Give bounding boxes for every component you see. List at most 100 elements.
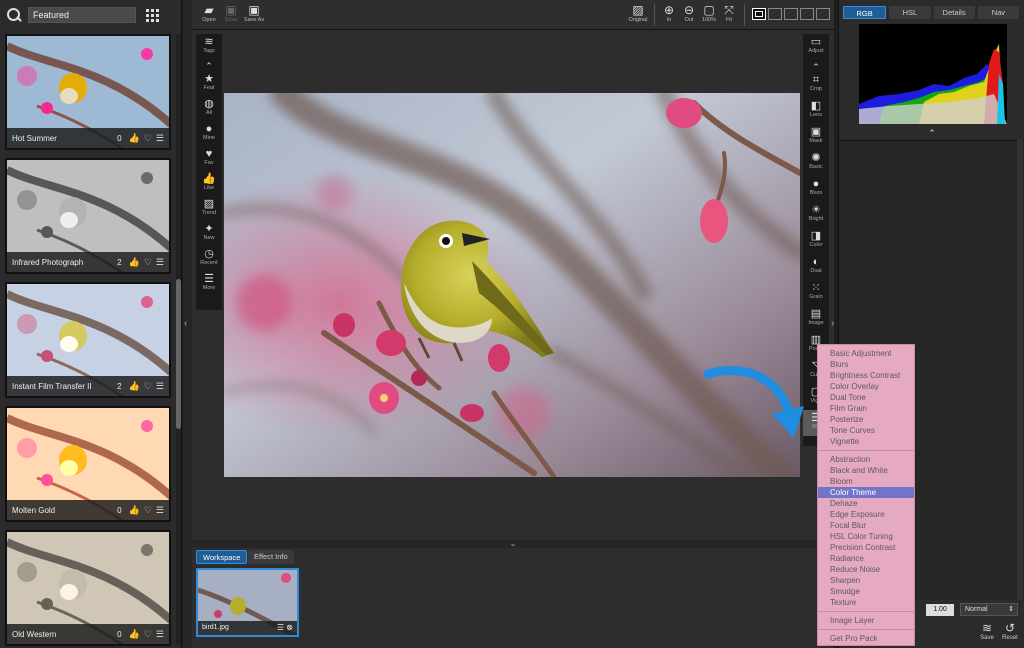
open-button[interactable]: ▰ Open — [198, 3, 220, 23]
blend-mode-select[interactable]: Normal ⇕ — [960, 603, 1018, 616]
thumbs-up-icon[interactable]: 👍 — [129, 629, 140, 640]
opacity-input[interactable]: 1.00 — [926, 604, 954, 616]
tab-nav[interactable]: Nav — [977, 6, 1019, 19]
preset-thumbnail[interactable]: Hot Summer 0 👍 ♡ ☰ — [5, 34, 171, 150]
category-fav-button[interactable]: ♥ Fav — [196, 146, 222, 171]
thumbs-up-icon[interactable]: 👍 — [129, 257, 140, 268]
category-feat-button[interactable]: ★ Feat — [196, 71, 222, 96]
tab-hsl[interactable]: HSL — [889, 6, 931, 19]
collapse-left-handle[interactable]: ‹ — [183, 0, 192, 648]
menu-item[interactable]: Dehaze — [818, 498, 914, 509]
menu-item[interactable]: Brightness Contrast — [818, 370, 914, 381]
menu-item[interactable]: Get Pro Pack — [818, 633, 914, 644]
zoom-100-button[interactable]: ▢ 100% — [698, 3, 720, 23]
tool-lens-button[interactable]: ◧ Lens — [803, 98, 829, 124]
preset-thumbnail[interactable]: Instant Film Transfer II 2 👍 ♡ ☰ — [5, 282, 171, 398]
category-new-button[interactable]: ✦ New — [196, 221, 222, 246]
tool-crop-button[interactable]: ⌗ Crop — [803, 72, 829, 98]
menu-item[interactable]: Abstraction — [818, 454, 914, 465]
category-like-button[interactable]: 👍 Like — [196, 171, 222, 196]
menu-icon[interactable]: ☰ — [156, 381, 164, 392]
scrollbar-thumb[interactable] — [176, 279, 181, 429]
category-recent-button[interactable]: ◷ Recent — [196, 246, 222, 271]
menu-item[interactable]: Bloom — [818, 476, 914, 487]
tool-image-button[interactable]: ▤ Image — [803, 306, 829, 332]
preset-thumbnail[interactable]: Old Western 0 👍 ♡ ☰ — [5, 530, 171, 646]
grid-view-icon[interactable] — [146, 8, 159, 22]
preset-thumbnail[interactable]: Molten Gold 0 👍 ♡ ☰ — [5, 406, 171, 522]
tab-rgb[interactable]: RGB — [843, 6, 887, 19]
tool-basic-button[interactable]: ✺ Basic — [803, 150, 829, 176]
adjust-panel-scrollbar[interactable] — [1017, 140, 1023, 600]
histogram-collapse-caret[interactable]: ⌃ — [839, 128, 1024, 138]
menu-item[interactable]: Precision Contrast — [818, 542, 914, 553]
tab-effect-info[interactable]: Effect Info — [248, 550, 294, 564]
menu-item[interactable]: Posterize — [818, 414, 914, 425]
heart-icon[interactable]: ♡ — [144, 257, 152, 268]
menu-item[interactable]: Image Layer — [818, 615, 914, 626]
zoom-out-button[interactable]: ⊖ Out — [678, 3, 700, 23]
preset-scrollbar[interactable] — [176, 34, 181, 644]
category-trend-button[interactable]: ▨ Trend — [196, 196, 222, 221]
heart-icon[interactable]: ♡ — [144, 629, 152, 640]
workspace-image-thumb[interactable]: bird1.jpg ☰ ⊗ — [196, 568, 299, 637]
menu-item[interactable]: Smudge — [818, 586, 914, 597]
menu-icon[interactable]: ☰ — [156, 133, 164, 144]
menu-item[interactable]: Vignette — [818, 436, 914, 447]
category-all-button[interactable]: ◍ All — [196, 96, 222, 121]
menu-item[interactable]: Film Grain — [818, 403, 914, 414]
tool-grain-button[interactable]: ⁙ Grain — [803, 280, 829, 306]
zoom-in-button[interactable]: ⊕ In — [658, 3, 680, 23]
menu-item[interactable]: Tone Curves — [818, 425, 914, 436]
layout-single-icon[interactable] — [752, 8, 766, 20]
layout-grid-icon[interactable] — [816, 8, 830, 20]
reset-button[interactable]: ↺ Reset — [1000, 621, 1020, 641]
tool-adjust-button[interactable]: ▭ Adjust — [803, 34, 829, 60]
menu-item[interactable]: Dual Tone — [818, 392, 914, 403]
menu-icon[interactable]: ☰ — [156, 257, 164, 268]
collapse-up-icon[interactable]: ⌃ — [196, 59, 222, 71]
menu-item[interactable]: Radiance — [818, 553, 914, 564]
heart-icon[interactable]: ♡ — [144, 133, 152, 144]
tool-bright-button[interactable]: ☀ Bright — [803, 202, 829, 228]
save-button[interactable]: ▣ Save — [220, 3, 242, 23]
heart-icon[interactable]: ♡ — [144, 505, 152, 516]
menu-item[interactable]: Focal Blur — [818, 520, 914, 531]
layout-compare-icon[interactable] — [800, 8, 814, 20]
menu-item[interactable]: Texture — [818, 597, 914, 608]
tool-mask-button[interactable]: ▣ Mask — [803, 124, 829, 150]
menu-item[interactable]: Blurs — [818, 359, 914, 370]
category-mine-button[interactable]: ● Mine — [196, 121, 222, 146]
menu-item[interactable]: Basic Adjustment — [818, 348, 914, 359]
thumbs-up-icon[interactable]: 👍 — [129, 133, 140, 144]
menu-icon[interactable]: ☰ — [156, 505, 164, 516]
original-button[interactable]: ▨ Original — [626, 3, 650, 23]
menu-item[interactable]: Sharpen — [818, 575, 914, 586]
menu-item[interactable]: Edge Exposure — [818, 509, 914, 520]
layout-split-icon[interactable] — [768, 8, 782, 20]
thumb-menu-icon[interactable]: ☰ ⊗ — [277, 621, 293, 635]
search-icon[interactable] — [6, 7, 22, 23]
fit-button[interactable]: ⤧ Fit — [718, 3, 740, 23]
menu-item[interactable]: Reduce Noise — [818, 564, 914, 575]
category-tags-button[interactable]: ≋ Tags — [196, 34, 222, 59]
save-effects-button[interactable]: ≋ Save — [977, 621, 997, 641]
layout-side-icon[interactable] — [784, 8, 798, 20]
workspace-collapse-handle[interactable]: ⌄ — [192, 540, 834, 548]
tab-workspace[interactable]: Workspace — [196, 550, 248, 564]
heart-icon[interactable]: ♡ — [144, 381, 152, 392]
menu-icon[interactable]: ☰ — [156, 629, 164, 640]
preset-thumbnail[interactable]: Infrared Photograph 2 👍 ♡ ☰ — [5, 158, 171, 274]
tool-color-button[interactable]: ◨ Color — [803, 228, 829, 254]
search-input[interactable]: Featured — [28, 7, 136, 23]
menu-item[interactable]: HSL Color Tuning — [818, 531, 914, 542]
collapse-up-icon[interactable]: ⌃ — [803, 60, 829, 72]
save-as-button[interactable]: ▣ Save As — [242, 3, 266, 23]
category-more-button[interactable]: ☰ More — [196, 271, 222, 296]
thumbs-up-icon[interactable]: 👍 — [129, 381, 140, 392]
menu-item[interactable]: Color Theme — [818, 487, 914, 498]
tool-dual-button[interactable]: ◐ Dual — [803, 254, 829, 280]
tool-blurs-button[interactable]: ● Blurs — [803, 176, 829, 202]
menu-item[interactable]: Color Overlay — [818, 381, 914, 392]
thumbs-up-icon[interactable]: 👍 — [129, 505, 140, 516]
